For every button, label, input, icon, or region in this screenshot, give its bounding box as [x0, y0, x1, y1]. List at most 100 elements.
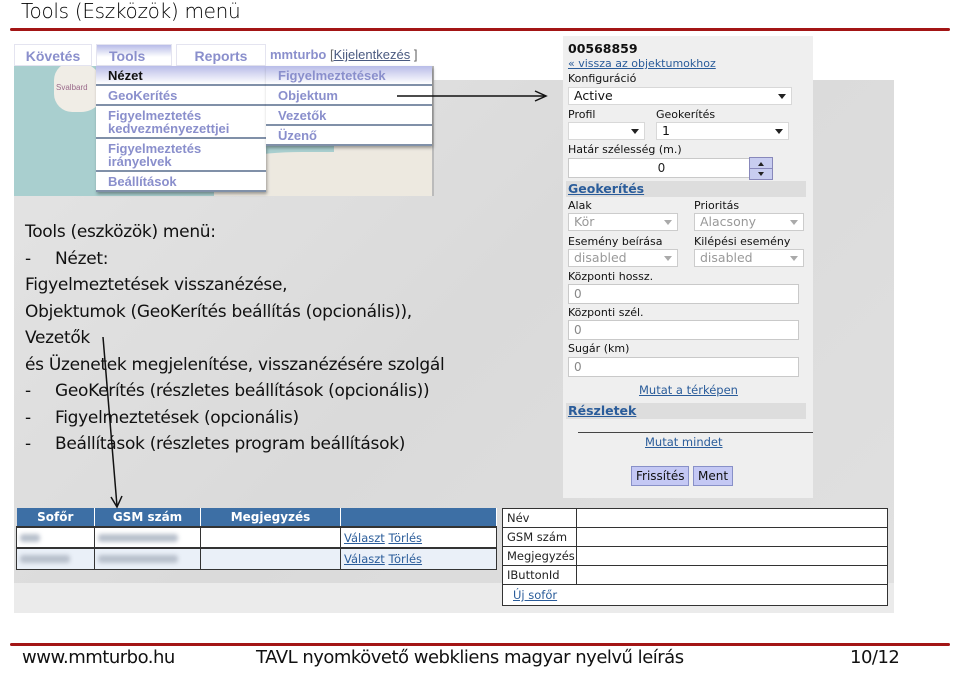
submenu-item-figyelmeztetesek[interactable]: Figyelmeztetések [266, 66, 432, 86]
priority-label: Prioritás [694, 199, 740, 212]
column-header-note: Megjegyzés [200, 508, 341, 527]
shape-select[interactable]: Kör [568, 213, 678, 231]
chevron-down-icon [775, 129, 783, 134]
geofence-section-header: Geokerítés [566, 181, 806, 197]
gsm-label: GSM szám [503, 528, 577, 546]
geofence-section-link[interactable]: Geokerítés [566, 181, 644, 196]
entry-event-select[interactable]: disabled [568, 249, 678, 267]
name-input[interactable] [577, 509, 887, 527]
delete-driver-link[interactable]: Törlés [388, 552, 422, 566]
form-row: IButtonId [503, 566, 887, 585]
exit-event-label: Kilépési esemény [694, 235, 791, 248]
actions-cell: Választ Törlés [340, 547, 497, 570]
center-lon-input[interactable]: 0 [568, 284, 799, 304]
submenu-item-vezetok[interactable]: Vezetők [266, 106, 432, 126]
form-row: Megjegyzés [503, 547, 887, 566]
description-line: Tools (eszközök) menü: [25, 222, 216, 242]
map-place-label: Svalbard [56, 83, 88, 92]
tab-reports[interactable]: Reports [176, 44, 266, 66]
form-footer: Új sofőr [503, 585, 887, 605]
ibutton-input[interactable] [577, 566, 887, 584]
arrow-up-icon[interactable] [758, 162, 764, 166]
slide-title: Tools (Eszközök) menü [21, 0, 241, 23]
driver-name-cell [16, 526, 95, 549]
details-section-link[interactable]: Részletek [566, 403, 636, 418]
menu-item-nezet[interactable]: Nézet [96, 66, 266, 86]
border-width-spinner[interactable] [749, 157, 773, 180]
gsm-cell [94, 526, 201, 549]
description-line: Objektumok (GeoKerítés beállítás (opcion… [25, 301, 412, 322]
redacted-gsm-number [98, 554, 178, 563]
tab-kovetes[interactable]: Követés [14, 44, 92, 66]
logout-link[interactable]: Kijelentkezés [334, 47, 411, 62]
note-input[interactable] [577, 547, 887, 565]
submenu-item-objektum[interactable]: Objektum [266, 86, 432, 106]
border-width-input[interactable]: 0 [568, 158, 750, 178]
chevron-down-icon [631, 129, 639, 134]
table-header-row: Sofőr GSM szám Megjegyzés [16, 508, 497, 527]
form-row: Név [503, 509, 887, 528]
chevron-down-icon [790, 256, 798, 261]
footer-doc-title: TAVL nyomkövető webkliens magyar nyelvű … [256, 647, 684, 668]
description-line: - Nézet: [25, 248, 109, 269]
note-label: Megjegyzés [503, 547, 577, 565]
menu-item-figyelmeztetes-kedvezmenyezettjei[interactable]: Figyelmeztetés kedvezményezettjei [96, 106, 266, 139]
chevron-down-icon [790, 220, 798, 225]
geofence-select[interactable]: 1 [656, 122, 789, 140]
menu-screenshot: Svalbard Követés Tools Reports mmturbo [… [14, 40, 434, 196]
select-driver-link[interactable]: Választ [344, 552, 385, 566]
arrow-down-icon[interactable] [758, 172, 764, 176]
center-lat-input[interactable]: 0 [568, 320, 799, 340]
form-row: GSM szám [503, 528, 887, 547]
radius-input[interactable]: 0 [568, 357, 799, 377]
description-line: Figyelmeztetések visszanézése, [25, 275, 288, 295]
profile-select[interactable] [568, 122, 645, 140]
exit-event-select[interactable]: disabled [694, 249, 804, 267]
tools-dropdown: Nézet GeoKerítés Figyelmeztetés kedvezmé… [96, 66, 266, 192]
config-select[interactable]: Active [568, 87, 792, 105]
table-row: Választ Törlés [16, 547, 497, 570]
description-line: - GeoKerítés (részletes beállítások (opci… [25, 381, 430, 401]
select-driver-link[interactable]: Választ [344, 531, 385, 545]
delete-driver-link[interactable]: Törlés [388, 531, 422, 545]
redacted-gsm-number [98, 533, 178, 542]
submenu-item-uzeno[interactable]: Üzenő [266, 126, 432, 146]
config-label: Konfiguráció [568, 72, 637, 85]
menu-item-beallitasok[interactable]: Beállítások [96, 172, 266, 192]
note-cell [200, 526, 341, 549]
center-lat-label: Központi szél. [568, 306, 644, 319]
redacted-driver-name [20, 533, 40, 542]
save-button[interactable]: Ment [693, 466, 734, 486]
title-divider [10, 28, 950, 31]
table-row: Választ Törlés [16, 526, 497, 549]
profile-label: Profil [568, 108, 596, 121]
gsm-input[interactable] [577, 528, 887, 546]
center-lon-label: Központi hossz. [568, 270, 654, 283]
view-submenu: Figyelmeztetések Objektum Vezetők Üzenő [266, 66, 432, 146]
description-line: Vezetők [25, 328, 90, 348]
menu-item-figyelmeztetes-iranyelvek[interactable]: Figyelmeztetés irányelvek [96, 139, 266, 172]
description-line: - Beállítások (részletes program beállítá… [25, 434, 406, 454]
object-detail-panel: 00568859 « vissza az objektumokhoz Konfi… [563, 36, 813, 498]
driver-name-cell [16, 547, 95, 570]
footer-page-number: 10/12 [850, 647, 900, 668]
tab-tools[interactable]: Tools [96, 44, 172, 66]
footer-site: www.mmturbo.hu [22, 647, 175, 668]
actions-cell: Választ Törlés [340, 526, 497, 549]
show-on-map-link[interactable]: Mutat a térképen [639, 383, 738, 397]
shape-label: Alak [568, 199, 592, 212]
menu-item-geokerites[interactable]: GeoKerítés [96, 86, 266, 106]
description-line: - Figyelmeztetések (opcionális) [25, 407, 299, 428]
footer-divider [10, 643, 950, 646]
refresh-button[interactable]: Frissítés [631, 466, 690, 486]
show-all-link[interactable]: Mutat mindet [645, 435, 723, 449]
user-area: mmturbo [Kijelentkezés ] [270, 44, 417, 66]
new-driver-link[interactable]: Új sofőr [513, 588, 557, 602]
note-cell [200, 547, 341, 570]
priority-select[interactable]: Alacsony [694, 213, 804, 231]
bracket-close: ] [413, 47, 418, 62]
back-to-objects-link[interactable]: « vissza az objektumokhoz [568, 57, 716, 70]
radius-label: Sugár (km) [568, 342, 630, 355]
drivers-table: Sofőr GSM szám Megjegyzés Választ Törlés… [16, 508, 497, 570]
main-nav: Követés Tools Reports mmturbo [Kijelentk… [14, 44, 434, 66]
